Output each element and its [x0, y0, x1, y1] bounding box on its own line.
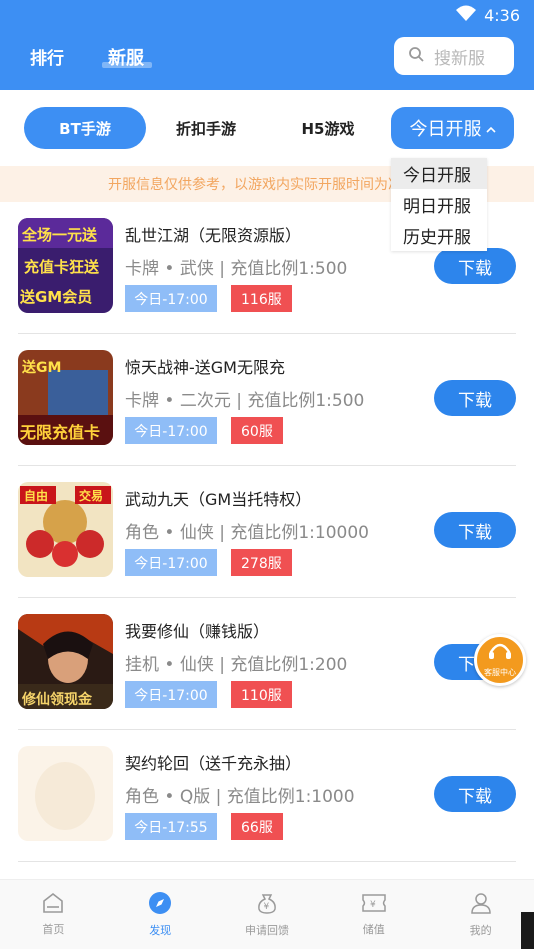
svg-text:¥: ¥ [263, 902, 269, 912]
dropdown-item-today[interactable]: 今日开服 [391, 158, 487, 189]
day-dropdown-menu: 今日开服 明日开服 历史开服 [391, 158, 487, 251]
nav-label: 申请回馈 [244, 924, 289, 937]
status-bar: 4:36 [456, 5, 520, 25]
server-tag: 66服 [231, 813, 283, 840]
game-icon: 自由 交易 [18, 482, 113, 577]
money-bag-icon: ¥ [255, 891, 279, 918]
game-icon: 送GM 无限充值卡 [18, 350, 113, 445]
customer-service-label: 客服中心 [484, 668, 516, 677]
headset-icon [488, 642, 512, 666]
open-time-tag: 今日-17:55 [125, 813, 217, 840]
search-icon [408, 46, 424, 66]
thumb-text: 送GM [21, 359, 61, 376]
status-time: 4:36 [484, 5, 520, 25]
nav-home[interactable]: 首页 [0, 880, 107, 949]
thumb-text: 无限充值卡 [19, 423, 100, 442]
tab-new-server[interactable]: 新服 [108, 44, 144, 70]
download-button[interactable]: 下载 [434, 776, 516, 812]
game-name: 武动九天（GM当托特权） [125, 490, 312, 509]
nav-label: 我的 [469, 924, 492, 937]
day-select-button[interactable]: 今日开服 [391, 107, 514, 149]
app-screen: 4:36 排行 新服 搜新服 BT手游 折扣手游 H5游戏 今日开服 开服信息仅… [0, 0, 534, 949]
nav-discover[interactable]: 发现 [107, 880, 214, 949]
open-time-tag: 今日-17:00 [125, 681, 217, 708]
category-filter-bar: BT手游 折扣手游 H5游戏 今日开服 [0, 90, 534, 166]
game-row[interactable]: 契约轮回（送千充永抽） 角色 • Q版 | 充值比例1:1000 今日-17:5… [0, 730, 534, 862]
game-list: 全场一元送 充值卡狂送 送GM会员 乱世江湖（无限资源版） 卡牌 • 武侠 | … [0, 202, 534, 862]
nav-label: 储值 [362, 923, 385, 936]
download-button[interactable]: 下载 [434, 512, 516, 548]
nav-recharge[interactable]: ¥ 储值 [320, 880, 427, 949]
thumb-text: 充值卡狂送 [24, 258, 100, 276]
game-name: 我要修仙（赚钱版） [125, 622, 270, 641]
game-name: 乱世江湖（无限资源版） [125, 226, 302, 245]
game-name: 惊天战神-送GM无限充 [125, 358, 285, 377]
thumb-text: 自由 [24, 488, 48, 503]
open-time-tag: 今日-17:00 [125, 417, 217, 444]
game-row[interactable]: 修仙领现金 我要修仙（赚钱版） 挂机 • 仙侠 | 充值比例1:200 今日-1… [0, 598, 534, 730]
home-icon [41, 892, 65, 917]
dropdown-item-history[interactable]: 历史开服 [391, 220, 487, 251]
compass-icon [148, 891, 172, 918]
thumb-text: 修仙领现金 [21, 691, 93, 708]
thumb-text: 全场一元送 [21, 226, 98, 244]
game-icon: 全场一元送 充值卡狂送 送GM会员 [18, 218, 113, 313]
game-meta: 卡牌 • 武侠 | 充值比例1:500 [125, 259, 348, 279]
thumb-text: 送GM会员 [19, 288, 92, 306]
server-tag: 110服 [231, 681, 292, 708]
game-icon [18, 746, 113, 841]
thumb-text: 交易 [79, 488, 103, 503]
tab-h5-games[interactable]: H5游戏 [298, 107, 358, 149]
server-tag: 278服 [231, 549, 292, 576]
nav-mine[interactable]: 我的 [427, 880, 534, 949]
search-input[interactable]: 搜新服 [394, 37, 514, 75]
dropdown-item-tomorrow[interactable]: 明日开服 [391, 189, 487, 220]
server-tag: 60服 [231, 417, 283, 444]
nav-label: 首页 [42, 923, 65, 936]
game-meta: 角色 • 仙侠 | 充值比例1:10000 [125, 523, 369, 543]
screen-edge [521, 912, 534, 949]
top-header: 4:36 排行 新服 搜新服 [0, 0, 534, 90]
search-placeholder: 搜新服 [434, 48, 485, 69]
game-meta: 卡牌 • 二次元 | 充值比例1:500 [125, 391, 365, 411]
wifi-icon [456, 5, 477, 25]
nav-feedback[interactable]: ¥ 申请回馈 [214, 880, 321, 949]
open-time-tag: 今日-17:00 [125, 285, 217, 312]
chevron-up-icon [485, 118, 496, 139]
user-icon [469, 891, 493, 918]
download-button[interactable]: 下载 [434, 380, 516, 416]
game-meta: 角色 • Q版 | 充值比例1:1000 [125, 787, 355, 807]
game-icon: 修仙领现金 [18, 614, 113, 709]
game-row[interactable]: 自由 交易 武动九天（GM当托特权） 角色 • 仙侠 | 充值比例1:10000… [0, 466, 534, 598]
server-tag: 116服 [231, 285, 292, 312]
tab-discount-games[interactable]: 折扣手游 [170, 107, 242, 149]
game-name: 契约轮回（送千充永抽） [125, 754, 302, 773]
open-time-tag: 今日-17:00 [125, 549, 217, 576]
game-meta: 挂机 • 仙侠 | 充值比例1:200 [125, 655, 348, 675]
download-button[interactable]: 下载 [434, 248, 516, 284]
day-select-label: 今日开服 [409, 119, 482, 140]
ticket-icon: ¥ [361, 892, 387, 917]
bottom-navigation: 首页 发现 ¥ 申请回馈 ¥ 储值 我的 [0, 879, 534, 949]
tab-bt-games[interactable]: BT手游 [24, 107, 146, 149]
customer-service-button[interactable]: 客服中心 [474, 634, 526, 686]
tab-ranking[interactable]: 排行 [30, 44, 64, 69]
nav-label: 发现 [149, 924, 172, 937]
svg-text:¥: ¥ [370, 900, 376, 910]
game-row[interactable]: 送GM 无限充值卡 惊天战神-送GM无限充 卡牌 • 二次元 | 充值比例1:5… [0, 334, 534, 466]
